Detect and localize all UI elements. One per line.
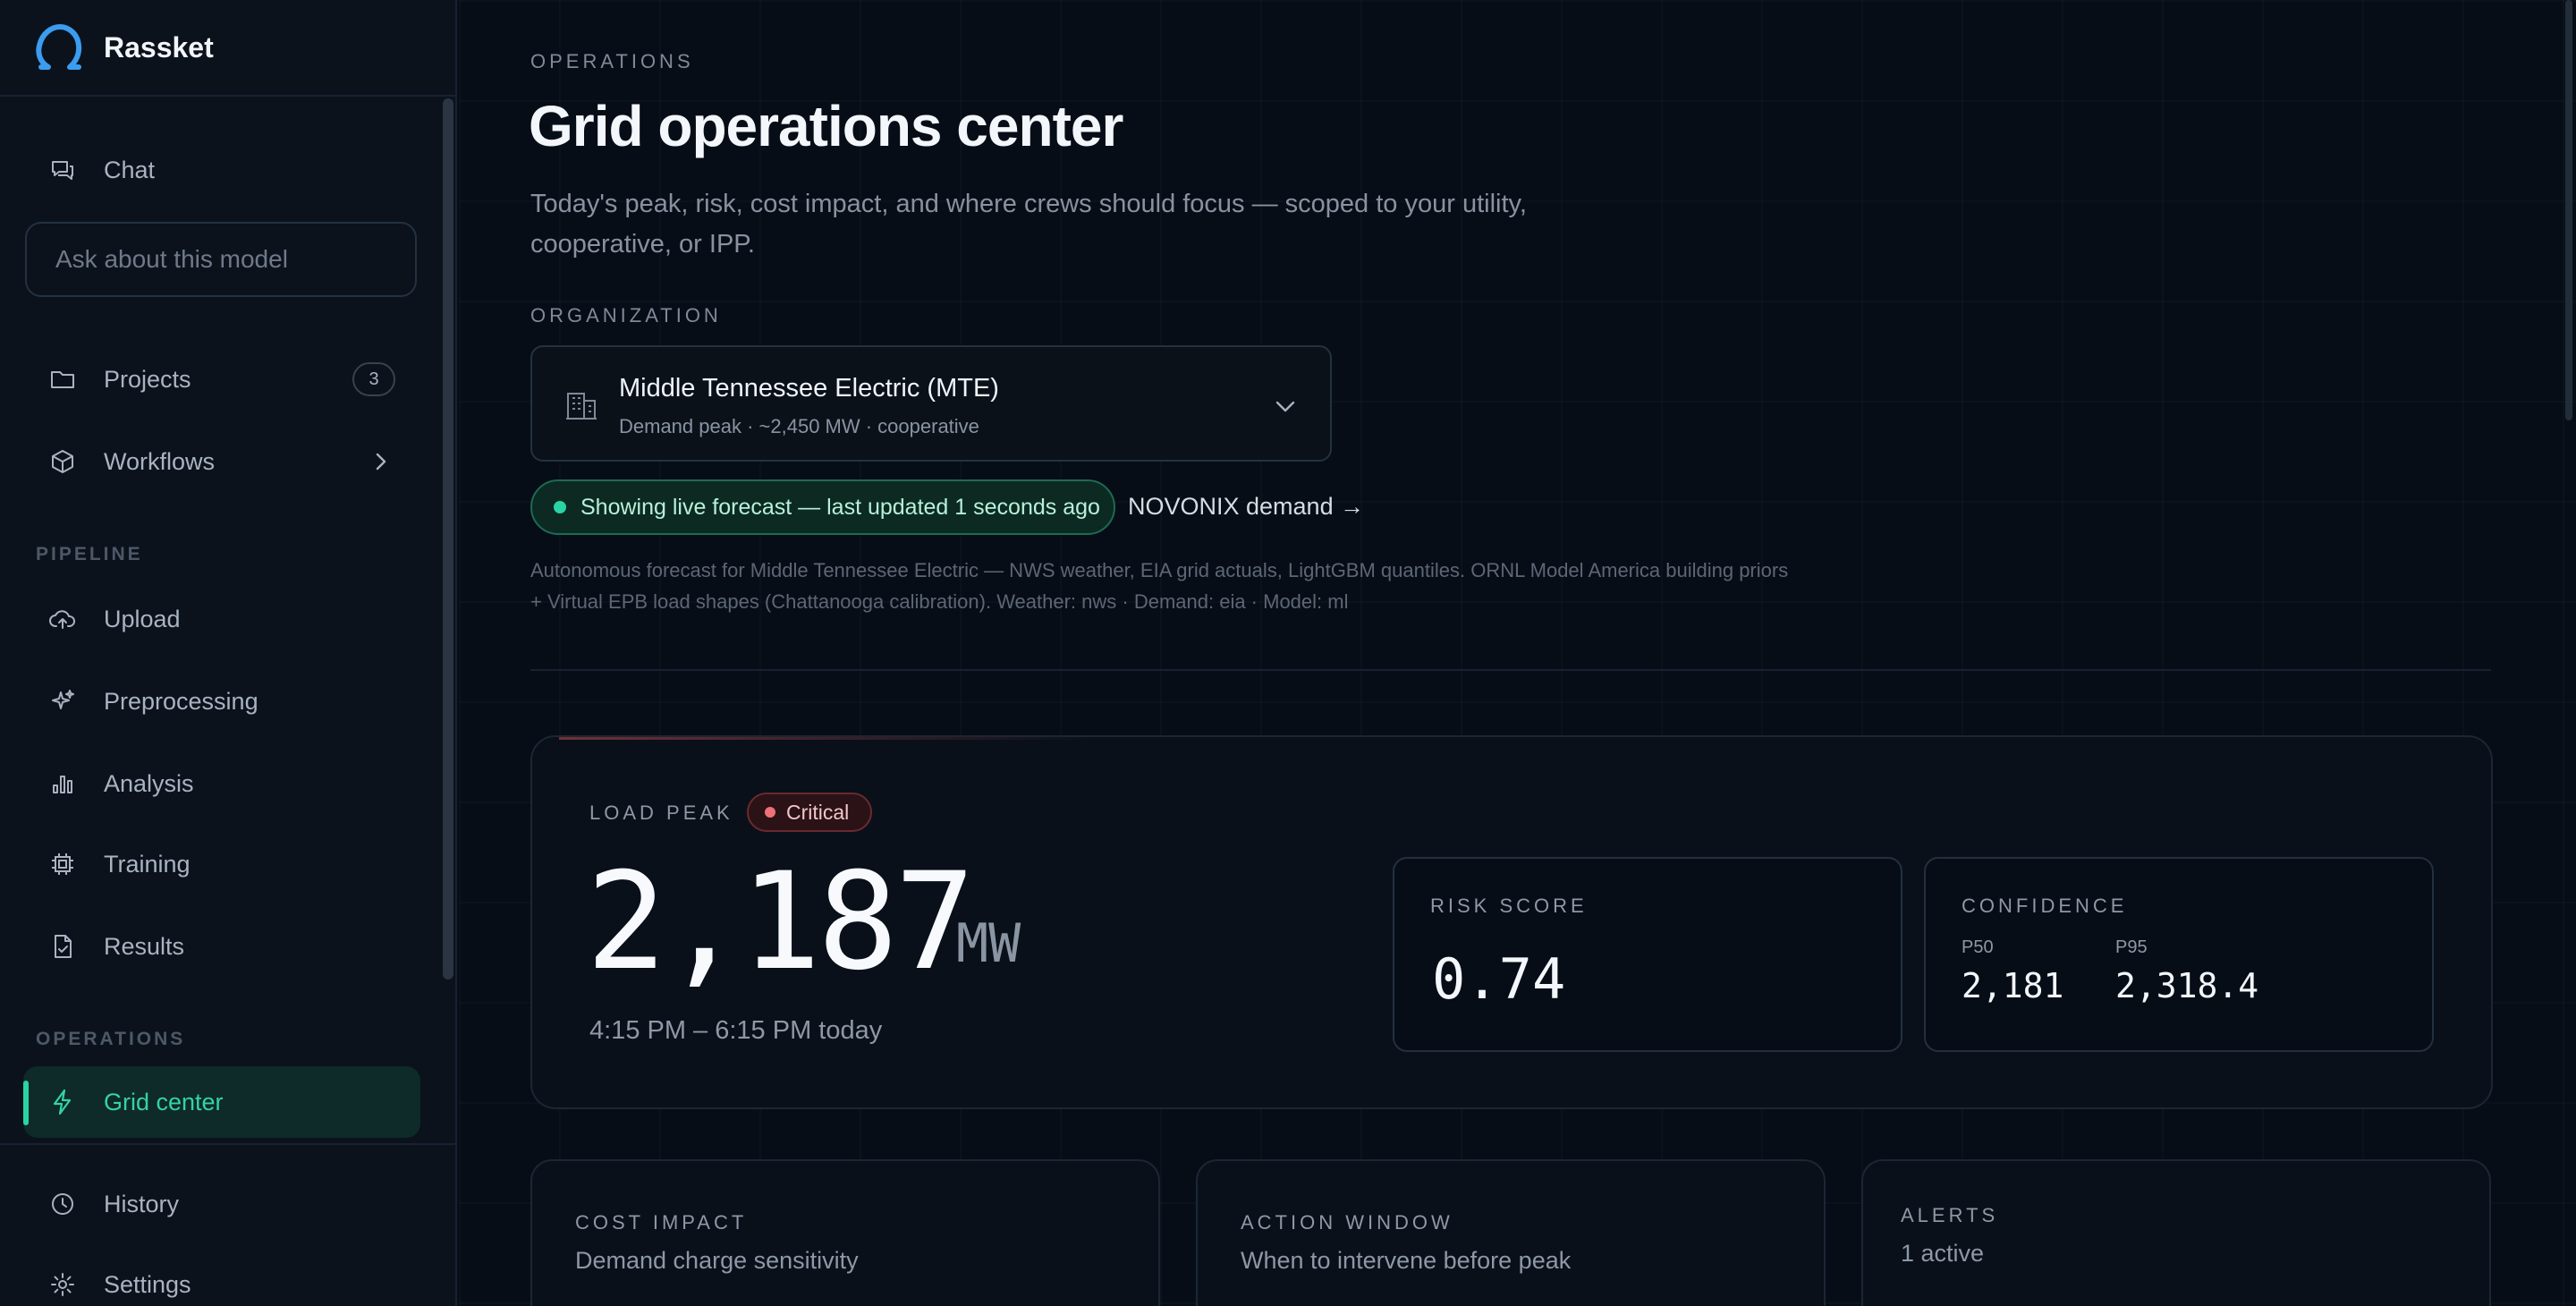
action-window-card[interactable]: ACTION WINDOW When to intervene before p… <box>1196 1159 1826 1306</box>
gear-icon <box>48 1270 77 1299</box>
live-forecast-status: Showing live forecast — last updated 1 s… <box>530 479 1115 535</box>
sidebar-item-analysis[interactable]: Analysis <box>23 748 420 819</box>
sidebar-item-label: Settings <box>104 1270 191 1298</box>
app-name: Rassket <box>104 30 214 64</box>
load-peak-card: LOAD PEAK Critical 2,187 MW 4:15 PM – 6:… <box>530 735 2493 1109</box>
sidebar-item-training[interactable]: Training <box>23 828 420 900</box>
action-window-label: ACTION WINDOW <box>1241 1211 1453 1234</box>
severity-text: Critical <box>786 800 850 824</box>
p95-label: P95 <box>2115 937 2148 957</box>
sidebar-item-label: Preprocessing <box>104 687 258 715</box>
alerts-count: 1 active <box>1901 1240 1985 1267</box>
clock-icon <box>48 1190 77 1218</box>
alerts-label: ALERTS <box>1901 1204 1999 1226</box>
live-status-dot <box>554 501 566 513</box>
sidebar-item-upload[interactable]: Upload <box>23 583 420 655</box>
cloud-upload-icon <box>48 605 77 633</box>
cost-impact-subtitle: Demand charge sensitivity <box>575 1247 859 1274</box>
cpu-icon <box>48 850 77 878</box>
sidebar-item-label: Workflows <box>104 447 216 475</box>
page-scrollbar[interactable] <box>2562 0 2576 420</box>
sidebar-item-label: Projects <box>104 365 191 393</box>
peak-value: 2,187 <box>586 844 976 1000</box>
content-divider <box>530 669 2491 671</box>
alerts-card[interactable]: ALERTS 1 active <box>1861 1159 2491 1306</box>
sidebar-item-label: Results <box>104 932 185 960</box>
main-content: OPERATIONS Grid operations center Today'… <box>459 0 2576 1306</box>
p95-value: 2,318.4 <box>2115 966 2259 1005</box>
sidebar: Rassket Chat Projects 3 Workflows PIPELI… <box>0 0 457 1306</box>
ask-model-input[interactable] <box>25 222 417 297</box>
sidebar-scrollbar-thumb[interactable] <box>443 98 453 980</box>
page-scrollbar-thumb[interactable] <box>2565 0 2572 420</box>
sidebar-item-grid-center[interactable]: Grid center <box>23 1066 420 1138</box>
lightning-icon <box>48 1088 77 1116</box>
action-window-subtitle: When to intervene before peak <box>1241 1247 1572 1274</box>
sidebar-item-projects[interactable]: Projects 3 <box>23 343 420 415</box>
organization-name: Middle Tennessee Electric (MTE) <box>619 374 999 403</box>
active-indicator <box>23 1081 29 1125</box>
organization-meta: Demand peak · ~2,450 MW · cooperative <box>619 415 979 437</box>
sidebar-item-chat[interactable]: Chat <box>23 134 420 206</box>
sidebar-item-label: Chat <box>104 156 156 183</box>
brand[interactable]: Rassket <box>0 0 455 97</box>
novonix-demand-link[interactable]: NOVONIX demand → <box>1128 493 1364 521</box>
pipeline-section-label: PIPELINE <box>36 544 143 564</box>
folder-icon <box>48 365 77 394</box>
cube-icon <box>48 447 77 476</box>
chevron-down-icon <box>1275 401 1295 412</box>
sidebar-item-workflows[interactable]: Workflows <box>23 426 420 497</box>
chat-icon <box>48 156 77 184</box>
sidebar-item-label: Upload <box>104 605 181 632</box>
operations-section-label: OPERATIONS <box>36 1029 186 1049</box>
sidebar-item-settings[interactable]: Settings <box>23 1249 420 1306</box>
risk-score-box: RISK SCORE 0.74 <box>1393 857 1902 1052</box>
sidebar-item-label: Training <box>104 850 191 878</box>
sidebar-item-label: Analysis <box>104 769 194 797</box>
sidebar-divider <box>0 1143 455 1145</box>
risk-score-label: RISK SCORE <box>1430 895 1588 917</box>
severity-badge: Critical <box>747 793 872 832</box>
confidence-label: CONFIDENCE <box>1962 895 2128 917</box>
building-icon <box>566 393 597 420</box>
omega-logo-icon <box>36 24 82 70</box>
p50-value: 2,181 <box>1962 966 2064 1005</box>
organization-select[interactable]: Middle Tennessee Electric (MTE) Demand p… <box>530 345 1332 462</box>
sidebar-item-results[interactable]: Results <box>23 911 420 982</box>
projects-count-badge: 3 <box>352 362 395 396</box>
page-title: Grid operations center <box>529 94 1123 158</box>
sidebar-item-preprocessing[interactable]: Preprocessing <box>23 666 420 737</box>
page-eyebrow: OPERATIONS <box>530 50 694 72</box>
cost-impact-label: COST IMPACT <box>575 1211 748 1234</box>
confidence-box: CONFIDENCE P50 2,181 P95 2,318.4 <box>1924 857 2434 1052</box>
cost-impact-card[interactable]: COST IMPACT Demand charge sensitivity <box>530 1159 1160 1306</box>
chevron-right-icon <box>376 453 386 471</box>
sidebar-item-label: Grid center <box>104 1088 224 1115</box>
file-check-icon <box>48 932 77 961</box>
live-status-text: Showing live forecast — last updated 1 s… <box>580 494 1100 520</box>
load-peak-label: LOAD PEAK <box>589 801 733 824</box>
critical-glow <box>559 737 1096 740</box>
organization-label: ORGANIZATION <box>530 304 722 326</box>
bar-chart-icon <box>48 769 77 798</box>
severity-dot <box>765 807 775 818</box>
peak-time-window: 4:15 PM – 6:15 PM today <box>589 1016 883 1045</box>
forecast-description: Autonomous forecast for Middle Tennessee… <box>530 559 1789 613</box>
sparkles-icon <box>48 687 77 716</box>
peak-unit: MW <box>956 912 1021 975</box>
page-subtitle: Today's peak, risk, cost impact, and whe… <box>530 190 1527 259</box>
risk-score-value: 0.74 <box>1432 946 1566 1012</box>
sidebar-item-label: History <box>104 1190 180 1217</box>
p50-label: P50 <box>1962 937 1994 957</box>
sidebar-item-history[interactable]: History <box>23 1168 420 1240</box>
